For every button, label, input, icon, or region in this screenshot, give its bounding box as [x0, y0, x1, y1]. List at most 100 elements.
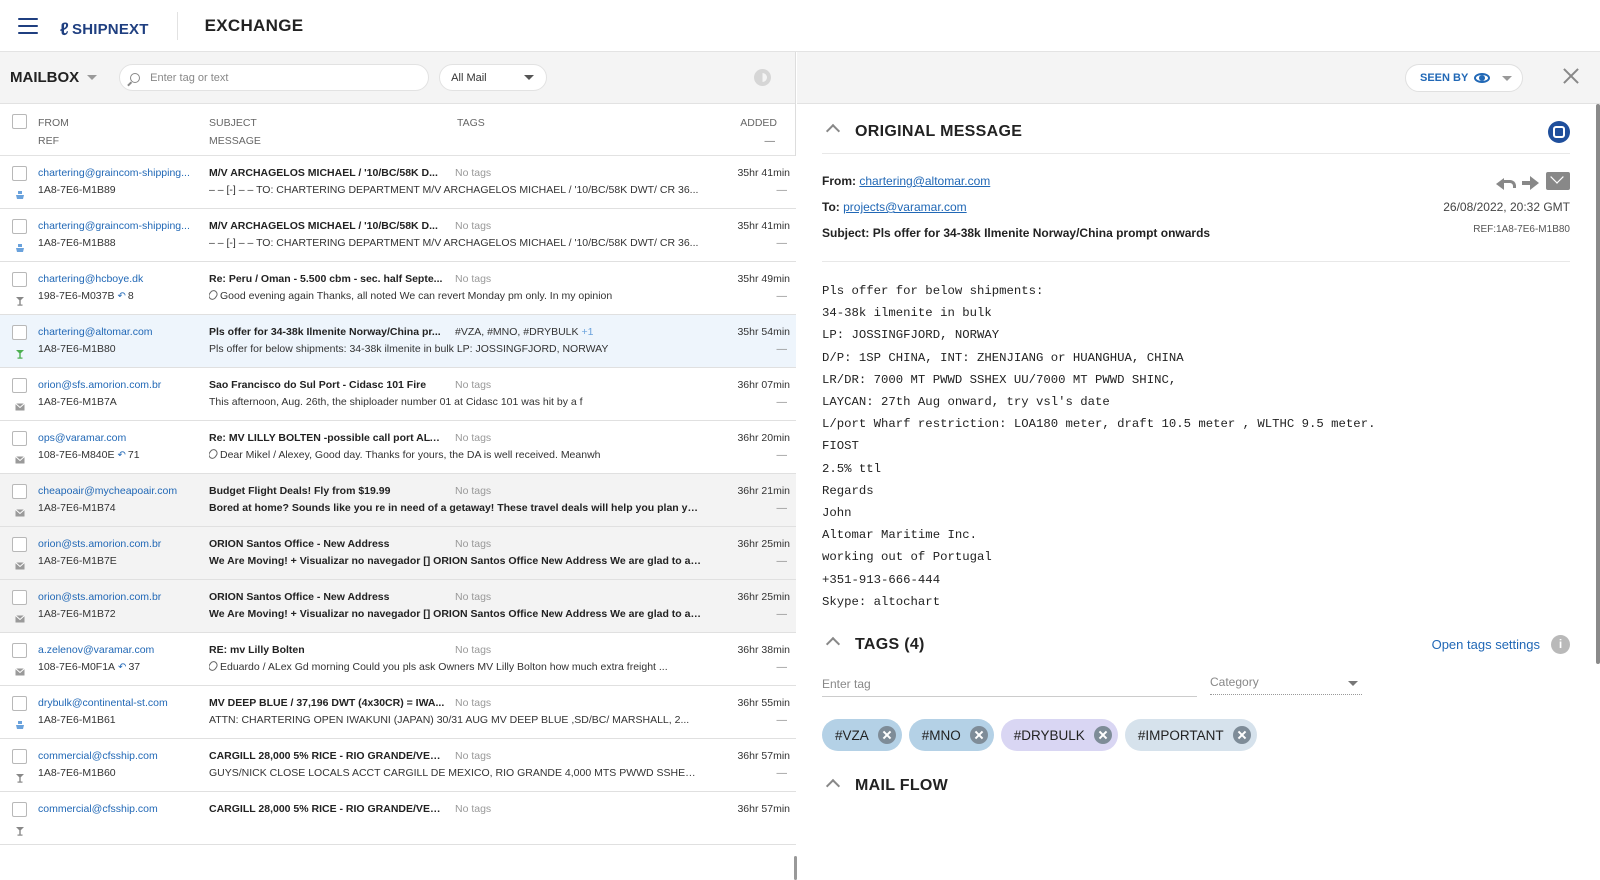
row-checkbox[interactable] [12, 219, 27, 234]
row-from[interactable]: chartering@graincom-shipping... [38, 167, 200, 179]
table-row[interactable]: chartering@graincom-shipping... 1A8-7E6-M… [0, 209, 796, 262]
row-tags: No tags [455, 273, 705, 285]
refresh-icon[interactable] [754, 69, 771, 86]
column-from[interactable]: FROM [38, 117, 69, 129]
table-row[interactable]: commercial@cfsship.com 1A8-7E6-M1B60 CARGI… [0, 739, 796, 792]
row-from[interactable]: cheapoair@mycheapoair.com [38, 485, 200, 497]
row-checkbox[interactable] [12, 749, 27, 764]
tag-chip[interactable]: #MNO [908, 719, 994, 752]
mail-filter-select[interactable]: All Mail [439, 64, 548, 91]
select-all-checkbox[interactable] [12, 114, 27, 129]
forward-icon[interactable] [1520, 172, 1540, 190]
row-checkbox[interactable] [12, 802, 27, 817]
row-checkbox[interactable] [12, 272, 27, 287]
column-message[interactable]: MESSAGE [209, 135, 261, 147]
table-row[interactable]: drybulk@continental-st.com 1A8-7E6-M1B61 M… [0, 686, 796, 739]
column-added[interactable]: ADDED [740, 117, 777, 129]
tag-chip[interactable]: #VZA [822, 719, 902, 752]
open-tags-settings-link[interactable]: Open tags settings [1432, 637, 1540, 652]
original-message-header[interactable]: ORIGINAL MESSAGE [822, 104, 1570, 154]
row-tags-extra[interactable]: +1 [581, 326, 593, 338]
row-checkbox[interactable] [12, 484, 27, 499]
message-ref: REF:1A8-7E6-M1B80 [1473, 224, 1570, 235]
remove-tag-icon[interactable] [969, 726, 988, 745]
row-from[interactable]: commercial@cfsship.com [38, 750, 200, 762]
chevron-up-icon[interactable] [825, 778, 841, 794]
body-line: LR/DR: 7000 MT PWWD SSHEX UU/7000 MT PWW… [822, 372, 1177, 387]
search-box[interactable] [119, 64, 430, 91]
tags-header[interactable]: TAGS (4) Open tags settings i [822, 625, 1570, 665]
info-icon[interactable]: i [1551, 635, 1570, 655]
chevron-up-icon[interactable] [825, 636, 841, 652]
mail-flow-header[interactable]: MAIL FLOW [822, 767, 1570, 807]
row-from[interactable]: chartering@hcboye.dk [38, 273, 200, 285]
detail-scrollbar[interactable] [1596, 104, 1600, 664]
column-subject[interactable]: SUBJECT [209, 117, 257, 129]
table-row[interactable]: chartering@graincom-shipping... 1A8-7E6-M… [0, 156, 796, 209]
table-row[interactable]: commercial@cfsship.com CARGILL 28,000 5% … [0, 792, 796, 845]
row-from[interactable]: commercial@cfsship.com [38, 803, 200, 815]
remove-tag-icon[interactable] [1232, 726, 1251, 745]
row-checkbox[interactable] [12, 643, 27, 658]
row-from[interactable]: chartering@altomar.com [38, 326, 200, 338]
row-from[interactable]: orion@sfs.amorion.com.br [38, 379, 200, 391]
body-line: Altomar Maritime Inc. [822, 528, 977, 543]
row-from[interactable]: orion@sts.amorion.com.br [38, 538, 200, 550]
remove-tag-icon[interactable] [877, 726, 896, 745]
table-row[interactable]: cheapoair@mycheapoair.com 1A8-7E6-M1B74 Bu… [0, 474, 796, 527]
table-row[interactable]: orion@sfs.amorion.com.br 1A8-7E6-M1B7A Sao… [0, 368, 796, 421]
row-ref: 108-7E6-M0F1A ↶ 37 [38, 661, 200, 673]
remove-tag-icon[interactable] [1093, 726, 1112, 745]
chevron-up-icon[interactable] [825, 123, 841, 139]
row-checkbox[interactable] [12, 590, 27, 605]
tag-chip[interactable]: #DRYBULK [1000, 719, 1118, 752]
row-from[interactable]: ops@varamar.com [38, 432, 200, 444]
row-from[interactable]: chartering@graincom-shipping... [38, 220, 200, 232]
from-email-link[interactable]: chartering@altomar.com [859, 174, 990, 188]
table-row[interactable]: orion@sts.amorion.com.br 1A8-7E6-M1B7E ORI… [0, 527, 796, 580]
row-checkbox[interactable] [12, 537, 27, 552]
row-checkbox[interactable] [12, 696, 27, 711]
table-row[interactable]: chartering@altomar.com 1A8-7E6-M1B80 Pls o… [0, 315, 796, 368]
row-message: Bored at home? Sounds like you re in nee… [209, 502, 701, 514]
seen-by-button[interactable]: SEEN BY [1405, 64, 1523, 92]
reply-icon[interactable] [1494, 172, 1516, 190]
row-checkbox[interactable] [12, 378, 27, 393]
menu-icon[interactable] [18, 17, 38, 34]
tag-input[interactable] [822, 673, 1197, 698]
list-scrollbar[interactable] [794, 856, 797, 880]
column-tags[interactable]: TAGS [457, 117, 485, 129]
row-time: 35hr 49min [737, 273, 790, 285]
row-message: Good evening again Thanks, all noted We … [209, 290, 701, 302]
shipnext-logo[interactable]: ℓ SHIPNEXT [60, 14, 149, 38]
row-time: 36hr 21min [737, 485, 790, 497]
mailbox-dropdown[interactable]: MAILBOX [10, 69, 98, 86]
row-checkbox[interactable] [12, 166, 27, 181]
tag-chip[interactable]: #IMPORTANT [1124, 719, 1257, 752]
table-row[interactable]: orion@sts.amorion.com.br 1A8-7E6-M1B72 ORI… [0, 580, 796, 633]
body-line: D/P: 1SP CHINA, INT: ZHENJIANG or HUANGH… [822, 350, 1184, 365]
column-ref[interactable]: REF [38, 135, 59, 147]
mail-icon[interactable] [1546, 172, 1570, 190]
chevron-down-icon [524, 75, 535, 80]
close-icon[interactable] [1560, 65, 1582, 87]
table-row[interactable]: ops@varamar.com 108-7E6-M840E ↶ 71 Re: MV LI… [0, 421, 796, 474]
chevron-down-icon [87, 75, 98, 80]
row-from[interactable]: a.zelenov@varamar.com [38, 644, 200, 656]
table-row[interactable]: chartering@hcboye.dk 198-7E6-M037B ↶ 8 Re: P… [0, 262, 796, 315]
to-email-link[interactable]: projects@varamar.com [843, 200, 967, 214]
column-added-sub: — [764, 135, 776, 147]
row-tags: No tags [455, 167, 705, 179]
row-from[interactable]: drybulk@continental-st.com [38, 697, 200, 709]
row-from[interactable]: orion@sts.amorion.com.br [38, 591, 200, 603]
sync-icon[interactable] [1548, 121, 1570, 143]
category-select[interactable]: Category [1210, 675, 1362, 696]
row-checkbox[interactable] [12, 431, 27, 446]
attachment-icon [209, 661, 220, 673]
row-message-text: Good evening again Thanks, all noted We … [220, 290, 613, 302]
message-meta: From: chartering@altomar.com To: project… [822, 154, 1570, 262]
table-row[interactable]: a.zelenov@varamar.com 108-7E6-M0F1A ↶ 37 RE:… [0, 633, 796, 686]
search-input[interactable] [150, 71, 411, 84]
row-checkbox[interactable] [12, 325, 27, 340]
body-line: L/port Wharf restriction: LOA180 meter, … [822, 417, 1376, 432]
